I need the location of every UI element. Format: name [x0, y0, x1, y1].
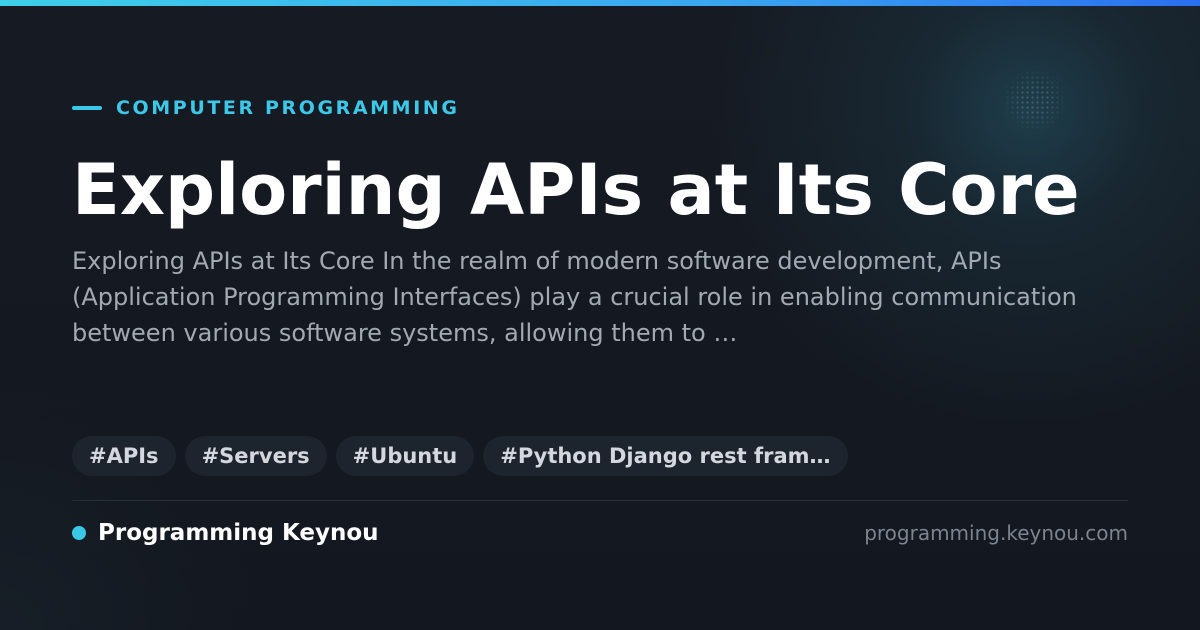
- brand: Programming Keynou: [72, 518, 379, 548]
- tag-servers: #Servers: [184, 436, 327, 476]
- accent-top-bar: [0, 0, 1200, 6]
- tag-ubuntu: #Ubuntu: [335, 436, 475, 476]
- category-label: COMPUTER PROGRAMMING: [72, 96, 460, 120]
- category-accent-line: [72, 106, 102, 110]
- tag-apis: #APIs: [72, 436, 176, 476]
- tag-python-django: #Python Django rest fram…: [483, 436, 848, 476]
- category-text: COMPUTER PROGRAMMING: [116, 97, 460, 119]
- brand-name: Programming Keynou: [98, 520, 379, 546]
- article-description: Exploring APIs at Its Core In the realm …: [72, 247, 1077, 347]
- page-title: Exploring APIs at Its Core: [72, 149, 1080, 231]
- social-preview-card: COMPUTER PROGRAMMING Exploring APIs at I…: [0, 0, 1200, 630]
- tag-list: #APIs #Servers #Ubuntu #Python Django re…: [72, 436, 848, 476]
- dot-pattern-decoration: [1000, 70, 1070, 130]
- site-domain: programming.keynou.com: [864, 521, 1128, 545]
- brand-dot-icon: [72, 526, 86, 540]
- footer-divider: [72, 500, 1128, 501]
